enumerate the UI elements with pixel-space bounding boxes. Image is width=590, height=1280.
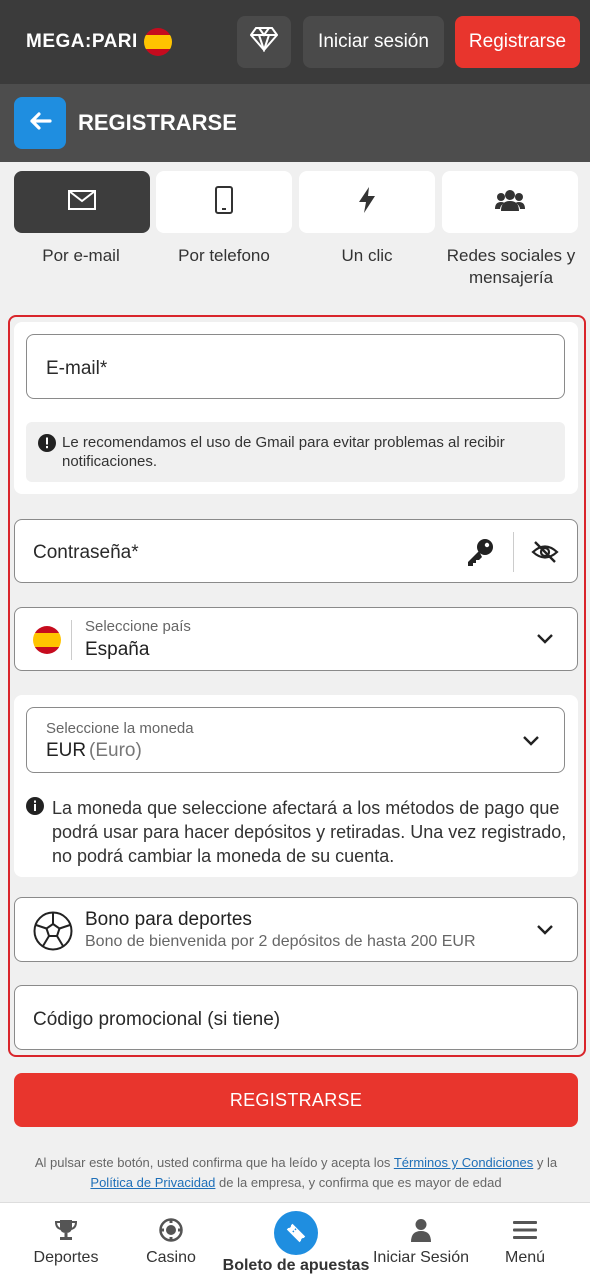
page-title: REGISTRARSE <box>78 110 237 135</box>
tab-one-click[interactable] <box>299 171 435 233</box>
country-select[interactable]: Seleccione país España <box>14 607 578 671</box>
field-divider <box>513 532 514 572</box>
nav-bet-slip[interactable]: Boleto de apuestas <box>222 1203 370 1280</box>
phone-icon <box>215 185 233 219</box>
tab-phone-label: Por telefono <box>178 246 270 265</box>
gmail-hint-text: Le recomendamos el uso de Gmail para evi… <box>62 434 505 470</box>
email-placeholder: E-mail* <box>46 358 108 379</box>
currency-select[interactable]: Seleccione la moneda EUR (Euro) <box>26 707 565 773</box>
country-label: Seleccione país <box>85 618 191 635</box>
diamond-icon <box>249 26 279 58</box>
top-header: MEGA:PARI Iniciar sesión Registrarse <box>0 0 590 84</box>
nav-bet-slip-label: Boleto de apuestas <box>222 1257 370 1274</box>
nav-menu-label: Menú <box>504 1249 546 1266</box>
promo-code-field[interactable]: Código promocional (si tiene) <box>14 985 578 1050</box>
tab-phone[interactable] <box>156 171 292 233</box>
nav-sports-label: Deportes <box>33 1249 99 1266</box>
soccer-ball-icon <box>33 911 73 956</box>
vip-diamond-button[interactable] <box>237 16 291 68</box>
legal-text-part1: Al pulsar este botón, usted confirma que… <box>34 1155 394 1170</box>
currency-name: (Euro) <box>89 740 142 761</box>
megapari-logo[interactable]: MEGA:PARI <box>26 28 172 56</box>
casino-chip-icon <box>158 1217 184 1243</box>
currency-code: EUR <box>46 740 87 761</box>
lightning-icon <box>358 186 376 218</box>
tab-social-label: Redes sociales y mensajería <box>446 246 576 287</box>
register-submit-button[interactable]: REGISTRARSE <box>14 1073 578 1127</box>
nav-casino-label: Casino <box>146 1249 196 1266</box>
promo-code-placeholder: Código promocional (si tiene) <box>33 1009 281 1030</box>
legal-text-part2: y la <box>533 1155 558 1170</box>
tab-email-label: Por e-mail <box>42 246 120 265</box>
email-field[interactable]: E-mail* <box>26 334 565 399</box>
title-bar: REGISTRARSE <box>0 84 590 162</box>
nav-menu[interactable]: Menú <box>480 1203 570 1280</box>
tab-one-click-label: Un clic <box>341 246 393 265</box>
menu-icon <box>512 1217 538 1243</box>
nav-casino[interactable]: Casino <box>126 1203 216 1280</box>
tab-social[interactable] <box>442 171 578 233</box>
password-placeholder: Contraseña* <box>33 542 139 563</box>
tab-email[interactable] <box>14 171 150 233</box>
bonus-title: Bono para deportes <box>85 909 252 930</box>
country-value: España <box>85 639 150 660</box>
spain-flag-icon <box>33 626 61 654</box>
nav-sports[interactable]: Deportes <box>18 1203 114 1280</box>
arrow-left-icon <box>28 111 52 136</box>
privacy-link[interactable]: Política de Privacidad <box>90 1175 215 1190</box>
nav-login-label: Iniciar Sesión <box>372 1249 470 1266</box>
register-header-button[interactable]: Registrarse <box>455 16 580 68</box>
eye-slash-icon[interactable] <box>531 540 559 569</box>
trophy-icon <box>53 1217 79 1243</box>
nav-login[interactable]: Iniciar Sesión <box>368 1203 474 1280</box>
legal-text: Al pulsar este botón, usted confirma que… <box>16 1153 576 1193</box>
chevron-down-icon <box>536 921 554 939</box>
terms-link[interactable]: Términos y Condiciones <box>394 1155 533 1170</box>
chevron-down-icon <box>536 630 554 648</box>
spain-flag-icon <box>143 28 172 56</box>
gmail-hint: Le recomendamos el uso de Gmail para evi… <box>26 422 565 482</box>
currency-hint-text: La moneda que seleccione afectará a los … <box>52 798 567 866</box>
info-icon <box>26 797 44 820</box>
password-field[interactable]: Contraseña* <box>14 519 578 583</box>
chevron-down-icon <box>522 732 540 750</box>
envelope-icon <box>68 189 96 215</box>
bottom-navigation: Deportes Casino Boleto de apuestas Inici… <box>0 1202 590 1280</box>
user-icon <box>408 1217 434 1243</box>
legal-text-part3: de la empresa, y confirma que es mayor d… <box>215 1175 502 1190</box>
key-icon[interactable] <box>465 537 495 572</box>
currency-label: Seleccione la moneda <box>46 720 194 737</box>
field-divider <box>71 620 72 660</box>
back-button[interactable] <box>14 97 66 149</box>
exclamation-icon <box>38 434 56 457</box>
login-button[interactable]: Iniciar sesión <box>303 16 444 68</box>
bonus-select[interactable]: Bono para deportes Bono de bienvenida po… <box>14 897 578 962</box>
ticket-icon <box>274 1211 318 1255</box>
logo-text: MEGA:PARI <box>26 31 138 52</box>
bonus-description: Bono de bienvenida por 2 depósitos de ha… <box>85 933 476 950</box>
users-icon <box>495 189 525 216</box>
